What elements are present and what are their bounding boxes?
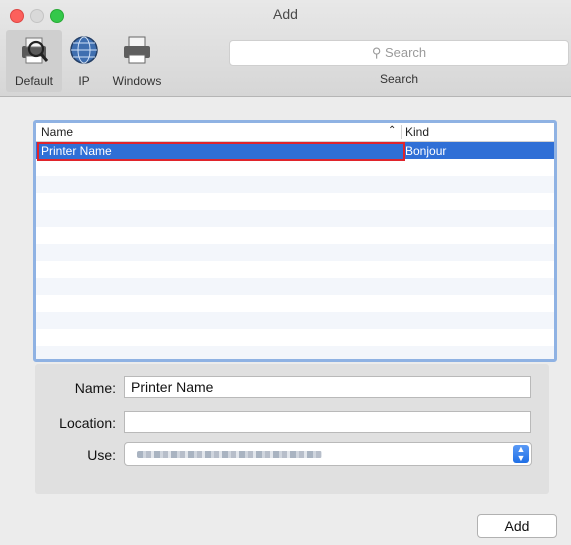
redacted-driver-name	[137, 451, 322, 458]
search-placeholder: ⚲ Search	[371, 45, 427, 60]
printer-list[interactable]: Name ⌃ Kind Printer Name Bonjour	[33, 120, 557, 362]
name-field[interactable]	[124, 376, 531, 398]
search-field[interactable]: ⚲ Search	[229, 40, 569, 66]
empty-row	[36, 176, 554, 193]
search-label: Search	[379, 72, 419, 86]
default-printer-icon	[22, 37, 49, 64]
globe-icon	[70, 36, 98, 64]
empty-row	[36, 244, 554, 261]
toolbar-label-ip: IP	[78, 74, 90, 88]
window-title: Add	[273, 6, 298, 22]
toolbar: Add Default IP Windows ⚲ Search Search	[0, 0, 571, 97]
toolbar-item-default[interactable]: Default	[6, 30, 62, 92]
name-label: Name:	[74, 380, 116, 396]
popup-arrows-icon[interactable]: ▲ ▼	[513, 445, 529, 463]
add-button[interactable]: Add	[477, 514, 557, 538]
empty-row	[36, 210, 554, 227]
empty-row	[36, 346, 554, 359]
use-driver-select[interactable]: ▲ ▼	[124, 442, 532, 466]
annotation-highlight-box	[37, 142, 405, 161]
list-row-printer[interactable]: Printer Name Bonjour	[36, 142, 554, 161]
add-printer-window: Add Default IP Windows ⚲ Search Search N…	[0, 0, 571, 545]
printer-kind-cell: Bonjour	[405, 144, 447, 158]
location-field[interactable]	[124, 411, 531, 433]
use-label: Use:	[87, 447, 116, 463]
column-kind-header[interactable]: Kind	[405, 125, 429, 139]
column-name-header[interactable]: Name	[41, 125, 73, 139]
search-icon: ⚲	[371, 45, 382, 60]
column-divider	[401, 125, 402, 139]
toolbar-label-windows: Windows	[112, 74, 162, 88]
toolbar-item-ip[interactable]: IP	[64, 30, 104, 92]
empty-row	[36, 278, 554, 295]
list-header: Name ⌃ Kind	[36, 123, 554, 142]
location-label: Location:	[59, 415, 116, 431]
toolbar-label-default: Default	[14, 74, 54, 88]
sort-ascending-icon[interactable]: ⌃	[388, 125, 396, 136]
toolbar-item-windows[interactable]: Windows	[106, 30, 168, 92]
printer-icon	[124, 36, 150, 64]
empty-row	[36, 312, 554, 329]
